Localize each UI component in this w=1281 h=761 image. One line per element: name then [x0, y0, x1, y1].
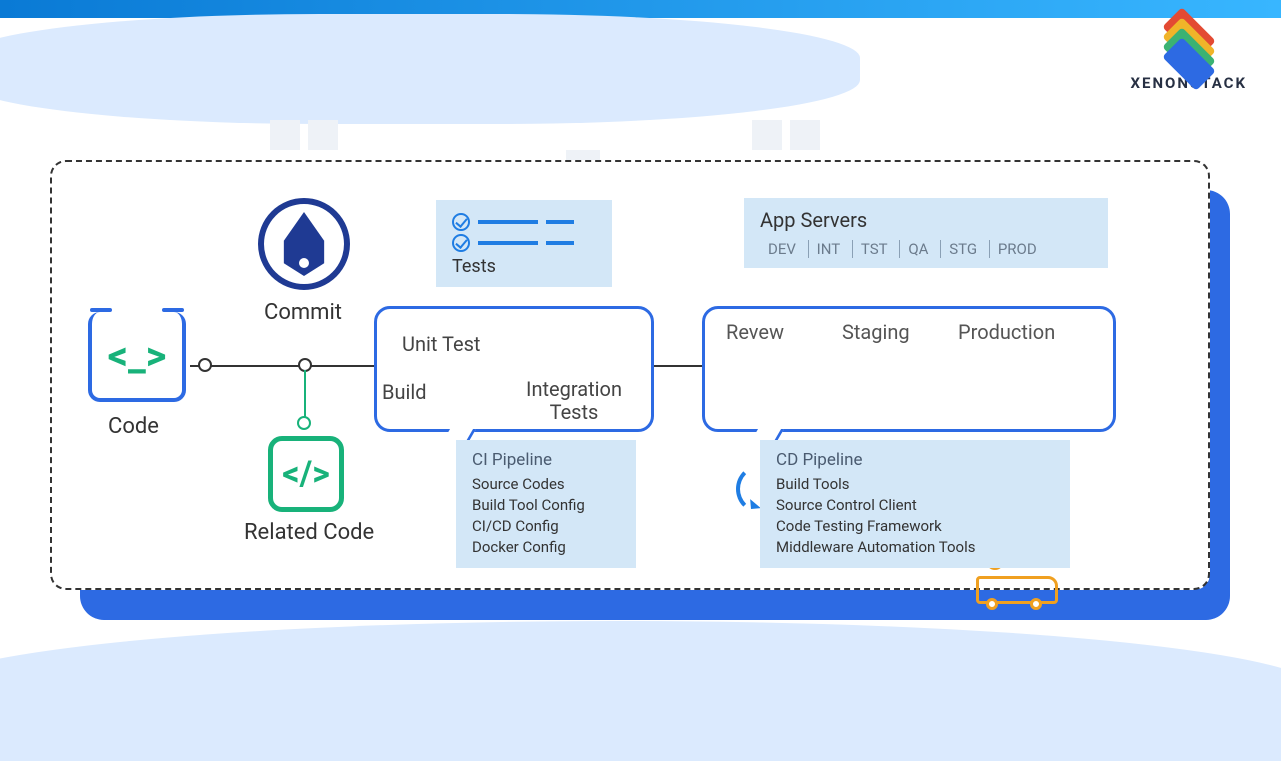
production-delivery-icon [976, 562, 1052, 604]
drop-icon [280, 212, 328, 276]
node-start [198, 358, 212, 372]
ci-unit-label: Unit Test [402, 332, 480, 356]
env-int: INT [808, 240, 849, 258]
ci-item: Source Codes [472, 474, 620, 495]
ci-item: Build Tool Config [472, 495, 620, 516]
code-block: <_> [88, 312, 186, 402]
cd-item: Build Tools [776, 474, 1054, 495]
brand-logo: XENONSTACK [1130, 20, 1247, 92]
cd-staging-label: Staging [842, 320, 910, 344]
related-code-icon: </> [268, 436, 344, 512]
deco-square [790, 120, 820, 150]
ci-integration-label: Integration Tests [526, 378, 622, 424]
tests-label: Tests [452, 256, 596, 277]
cd-item: Code Testing Framework [776, 516, 1054, 537]
cd-item: Middleware Automation Tools [776, 537, 1054, 558]
app-servers-envs: DEV INT TST QA STG PROD [760, 240, 1092, 258]
cd-item: Source Control Client [776, 495, 1054, 516]
check-icon [452, 213, 470, 231]
top-gradient-bar [0, 0, 1281, 18]
env-stg: STG [940, 240, 985, 258]
commit-label: Commit [264, 300, 342, 325]
ci-build-label: Build [382, 380, 427, 404]
commit-icon [258, 198, 350, 290]
deco-square [752, 120, 782, 150]
commit-branch-node [297, 416, 311, 430]
logo-stack-icon [1164, 20, 1214, 68]
cd-production-label: Production [958, 320, 1055, 344]
ci-pipeline-card: CI Pipeline Source Codes Build Tool Conf… [456, 440, 636, 568]
cd-review-label: Revew [726, 320, 784, 344]
cd-pipeline-title: CD Pipeline [776, 450, 1054, 470]
env-prod: PROD [989, 240, 1045, 258]
tests-card: Tests [436, 200, 612, 287]
cd-pipeline-card: CD Pipeline Build Tools Source Control C… [760, 440, 1070, 568]
ci-item: CI/CD Config [472, 516, 620, 537]
code-icon: <_> [92, 312, 182, 398]
app-servers-card: App Servers DEV INT TST QA STG PROD [744, 198, 1108, 268]
app-servers-title: App Servers [760, 208, 1092, 232]
deco-square [270, 120, 300, 150]
check-icon [452, 234, 470, 252]
env-qa: QA [899, 240, 936, 258]
related-code-label: Related Code [244, 520, 374, 545]
ci-pipeline-title: CI Pipeline [472, 450, 620, 470]
ci-item: Docker Config [472, 537, 620, 558]
code-label: Code [108, 414, 159, 439]
env-tst: TST [852, 240, 896, 258]
env-dev: DEV [760, 240, 804, 258]
commit-branch-line [304, 370, 306, 420]
deco-square [308, 120, 338, 150]
decorative-wave-bottom [0, 621, 1281, 761]
decorative-wave-top [0, 14, 860, 124]
